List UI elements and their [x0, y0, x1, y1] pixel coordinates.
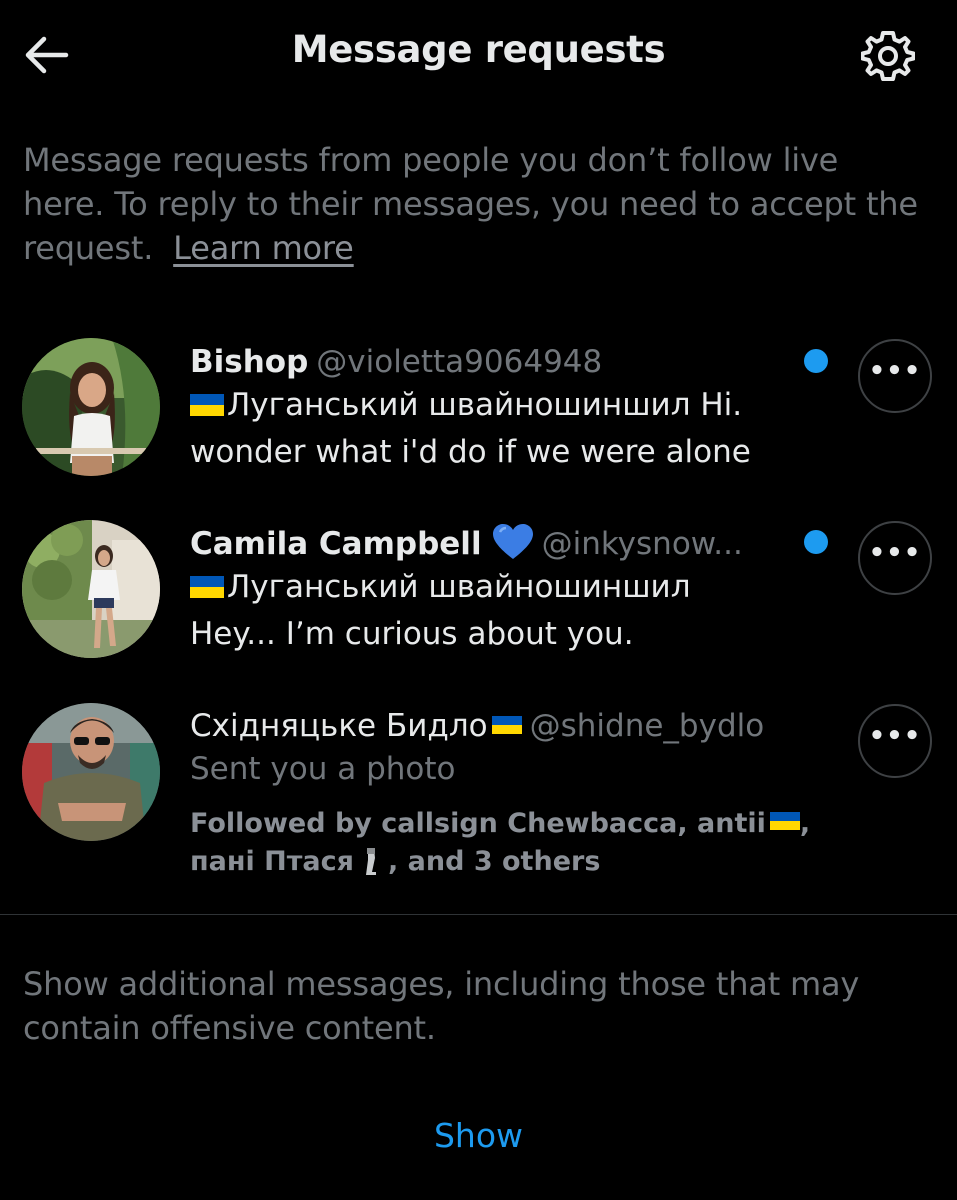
intro-description: Message requests from people you don’t f…: [23, 141, 918, 267]
sender-line: Bishop @violetta9064948: [190, 342, 810, 382]
avatar[interactable]: [22, 520, 160, 658]
intro-text: Message requests from people you don’t f…: [23, 138, 923, 270]
settings-button[interactable]: [860, 28, 916, 84]
message-line: Луганський швайношиншил Hi.: [190, 382, 810, 429]
sender-handle: @violetta9064948: [316, 344, 603, 380]
message-preview: Bishop @violetta9064948 Луганський швайно…: [190, 342, 810, 476]
followed-by-c: , and 3 others: [388, 846, 601, 877]
sender-name: Східняцьке Бидло: [190, 708, 488, 744]
message-text-1: Луганський швайношиншил: [227, 569, 691, 605]
prosthetic-leg-icon: [366, 848, 376, 875]
more-options-button[interactable]: •••: [858, 704, 932, 778]
sender-name: Bishop: [190, 344, 309, 380]
ukraine-flag-icon: [190, 394, 224, 416]
more-icon: •••: [868, 356, 922, 386]
message-request-row[interactable]: Bishop @violetta9064948 Луганський швайно…: [0, 332, 957, 492]
additional-messages-text: Show additional messages, including thos…: [23, 965, 860, 1047]
sender-line: Camila Campbell @inkysnow...: [190, 523, 810, 564]
blue-heart-icon: [492, 524, 533, 559]
more-icon: •••: [868, 721, 922, 751]
learn-more-link[interactable]: Learn more: [173, 229, 354, 267]
more-options-button[interactable]: •••: [858, 339, 932, 413]
followed-by-comma: ,: [799, 808, 811, 839]
followed-by-a: Followed by callsign Chewbacca, antii: [190, 808, 766, 839]
message-request-row[interactable]: Східняцьке Бидло @shidne_bydlo Sent you a…: [0, 700, 957, 900]
ukraine-flag-icon: [190, 576, 224, 598]
sender-handle: @shidne_bydlo: [529, 708, 765, 744]
divider: [0, 914, 957, 915]
show-button[interactable]: Show: [0, 1116, 957, 1155]
message-preview: Camila Campbell @inkysnow... Луганський ш…: [190, 523, 810, 658]
message-preview: Східняцьке Бидло @shidne_bydlo Sent you a…: [190, 706, 830, 881]
sender-line: Східняцьке Бидло @shidne_bydlo: [190, 706, 830, 746]
avatar[interactable]: [22, 338, 160, 476]
message-text-1: Луганський швайношиншил Hi.: [227, 387, 743, 423]
more-icon: •••: [868, 538, 922, 568]
unread-indicator: [804, 349, 828, 373]
followed-by-b: пані Птася: [190, 846, 354, 877]
ukraine-flag-icon: [491, 716, 522, 734]
message-request-row[interactable]: Camila Campbell @inkysnow... Луганський ш…: [0, 515, 957, 675]
sender-handle: @inkysnow...: [541, 526, 743, 562]
sender-name: Camila Campbell: [190, 526, 482, 562]
header-bar: Message requests: [0, 0, 957, 110]
page-title: Message requests: [291, 28, 666, 71]
avatar[interactable]: [22, 703, 160, 841]
followed-by-text: Followed by callsign Chewbacca, antii, п…: [190, 805, 830, 881]
message-text-2: Hey... I’m curious about you.: [190, 616, 634, 652]
unread-indicator: [804, 530, 828, 554]
message-text-1: Sent you a photo: [190, 751, 456, 787]
message-line: Луганський швайношиншил: [190, 564, 810, 611]
more-options-button[interactable]: •••: [858, 521, 932, 595]
ukraine-flag-icon: [769, 812, 800, 830]
gear-icon: [861, 31, 915, 81]
message-text-2: wonder what i'd do if we were alone: [190, 434, 751, 470]
